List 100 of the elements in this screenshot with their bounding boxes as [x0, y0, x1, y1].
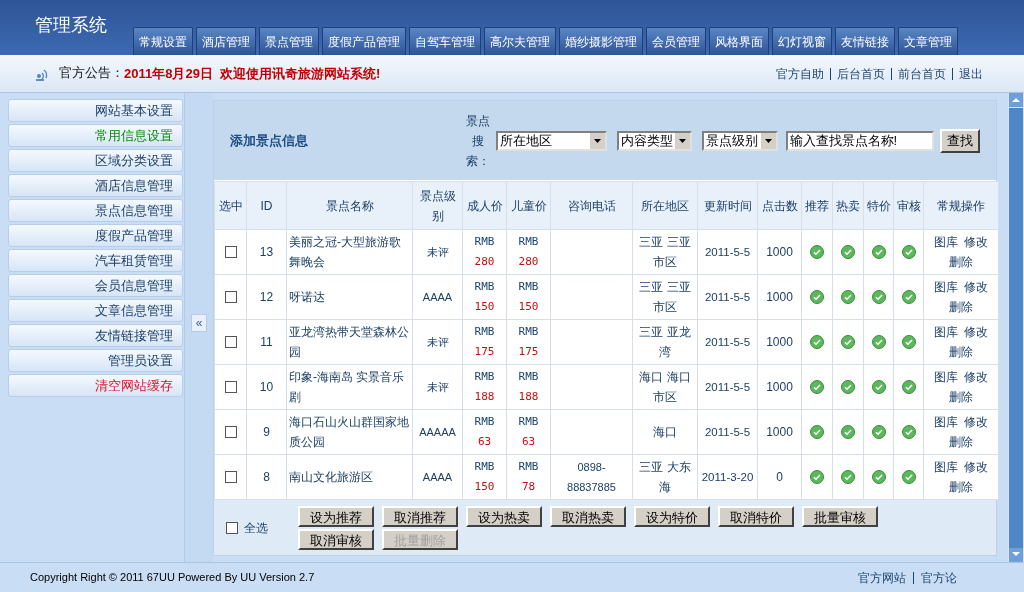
check-icon[interactable]	[901, 245, 916, 259]
nav-tab[interactable]: 友情链接	[835, 27, 895, 55]
filter-select[interactable]: 所在地区	[495, 130, 607, 151]
check-icon[interactable]	[841, 470, 855, 484]
bulk-button[interactable]: 设为推荐	[298, 506, 374, 527]
nav-tab[interactable]: 酒店管理	[196, 27, 256, 55]
action-link[interactable]: 图库	[934, 322, 958, 342]
bulk-button[interactable]: 设为热卖	[466, 506, 542, 527]
nav-tab[interactable]: 自驾车管理	[409, 27, 481, 55]
sidebar-item[interactable]: 度假产品管理	[8, 224, 183, 247]
price-cell: RMB 78	[506, 454, 551, 500]
bulk-button[interactable]: 取消热卖	[550, 506, 626, 527]
header-link[interactable]: 前台首页	[891, 67, 952, 80]
action-link[interactable]: 修改	[964, 277, 988, 297]
action-link[interactable]: 修改	[964, 367, 988, 387]
sidebar-item[interactable]: 清空网站缓存	[8, 374, 183, 397]
checkbox[interactable]	[224, 381, 237, 393]
filter-select[interactable]: 景点级别	[702, 130, 778, 151]
check-icon[interactable]	[810, 470, 824, 484]
sidebar-item[interactable]: 友情链接管理	[8, 324, 183, 347]
check-icon[interactable]	[901, 470, 916, 484]
check-icon[interactable]	[871, 470, 886, 484]
bulk-button[interactable]: 批量审核	[802, 506, 878, 527]
check-icon[interactable]	[841, 290, 855, 304]
bulk-button[interactable]: 取消审核	[298, 529, 374, 550]
nav-tab[interactable]: 幻灯视窗	[772, 27, 832, 55]
sidebar-item[interactable]: 会员信息管理	[8, 274, 183, 297]
check-icon[interactable]	[871, 245, 886, 259]
check-icon[interactable]	[810, 245, 824, 259]
check-icon[interactable]	[841, 425, 855, 439]
sidebar-item[interactable]: 汽车租赁管理	[8, 249, 183, 272]
action-link[interactable]: 修改	[964, 232, 988, 252]
column-header: 咨询电话	[550, 181, 633, 230]
action-link[interactable]: 图库	[934, 412, 958, 432]
action-link[interactable]: 删除	[949, 387, 973, 407]
action-link[interactable]: 图库	[934, 232, 958, 252]
nav-tab[interactable]: 婚纱摄影管理	[559, 27, 643, 55]
price-cell: RMB 188	[462, 364, 507, 410]
check-icon[interactable]	[810, 425, 824, 439]
nav-tab[interactable]: 景点管理	[259, 27, 319, 55]
action-link[interactable]: 图库	[934, 457, 958, 477]
sidebar-item[interactable]: 常用信息设置	[8, 124, 183, 147]
filter-select[interactable]: 内容类型	[616, 130, 693, 151]
footer-link[interactable]: 官方网站	[851, 571, 913, 584]
checkbox[interactable]	[226, 522, 238, 534]
date-cell: 2011-5-5	[697, 274, 758, 320]
action-link[interactable]: 删除	[949, 477, 973, 497]
nav-tab[interactable]: 文章管理	[898, 27, 958, 55]
notice-label: 官方公告：	[59, 65, 124, 83]
action-link[interactable]: 修改	[964, 412, 988, 432]
checkbox[interactable]	[224, 471, 237, 483]
checkbox[interactable]	[224, 336, 237, 348]
bulk-button[interactable]: 取消特价	[718, 506, 794, 527]
action-link[interactable]: 修改	[964, 457, 988, 477]
select-all-label[interactable]: 全选	[244, 519, 268, 537]
search-button[interactable]: 查找	[940, 128, 980, 153]
check-icon[interactable]	[901, 290, 916, 304]
checkbox[interactable]	[224, 291, 237, 303]
sidebar-item[interactable]: 文章信息管理	[8, 299, 183, 322]
sidebar-item[interactable]: 景点信息管理	[8, 199, 183, 222]
header-link[interactable]: 退出	[952, 67, 989, 80]
checkbox[interactable]	[224, 246, 237, 258]
action-link[interactable]: 删除	[949, 342, 973, 362]
level-cell: AAAAA	[412, 409, 463, 455]
check-icon[interactable]	[841, 380, 855, 394]
action-link[interactable]: 图库	[934, 277, 958, 297]
bulk-button[interactable]: 设为特价	[634, 506, 710, 527]
sidebar-item[interactable]: 管理员设置	[8, 349, 183, 372]
check-icon[interactable]	[810, 335, 824, 349]
check-icon[interactable]	[871, 425, 886, 439]
action-link[interactable]: 删除	[949, 297, 973, 317]
check-icon[interactable]	[871, 290, 886, 304]
action-link[interactable]: 修改	[964, 322, 988, 342]
check-icon[interactable]	[841, 335, 855, 349]
collapse-button[interactable]: «	[191, 314, 207, 332]
header-link[interactable]: 后台首页	[830, 67, 891, 80]
checkbox[interactable]	[224, 426, 237, 438]
check-icon[interactable]	[871, 380, 886, 394]
check-icon[interactable]	[810, 380, 824, 394]
nav-tab[interactable]: 高尔夫管理	[484, 27, 556, 55]
nav-tab[interactable]: 常规设置	[133, 27, 193, 55]
check-icon[interactable]	[901, 380, 916, 394]
nav-tab[interactable]: 度假产品管理	[322, 27, 406, 55]
sidebar-item[interactable]: 网站基本设置	[8, 99, 183, 122]
search-field[interactable]: 输入查找景点名称!	[785, 130, 935, 151]
check-icon[interactable]	[871, 335, 886, 349]
header-link[interactable]: 官方自助	[770, 67, 830, 80]
check-icon[interactable]	[841, 245, 855, 259]
sidebar-item[interactable]: 区域分类设置	[8, 149, 183, 172]
check-icon[interactable]	[901, 335, 916, 349]
action-link[interactable]: 删除	[949, 252, 973, 272]
bulk-button[interactable]: 取消推荐	[382, 506, 458, 527]
sidebar-item[interactable]: 酒店信息管理	[8, 174, 183, 197]
action-link[interactable]: 图库	[934, 367, 958, 387]
nav-tab[interactable]: 风格界面	[709, 27, 769, 55]
check-icon[interactable]	[901, 425, 916, 439]
footer-link[interactable]: 官方论	[913, 571, 964, 584]
check-icon[interactable]	[810, 290, 824, 304]
nav-tab[interactable]: 会员管理	[646, 27, 706, 55]
action-link[interactable]: 删除	[949, 432, 973, 452]
